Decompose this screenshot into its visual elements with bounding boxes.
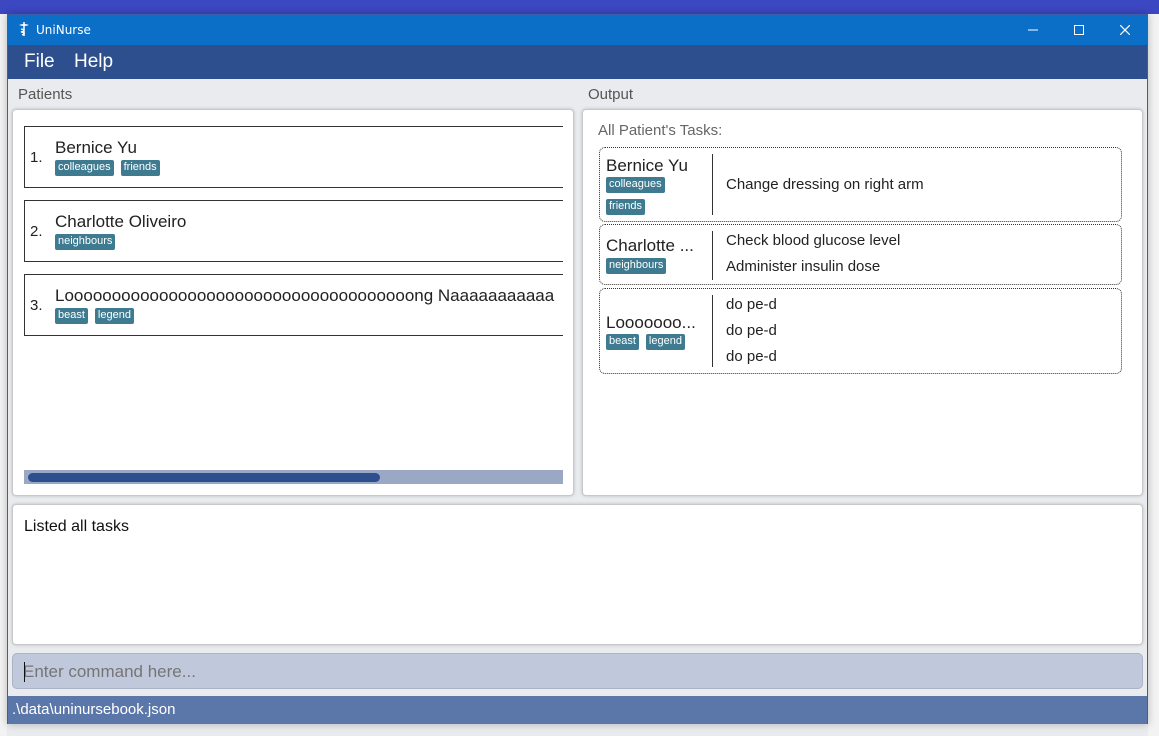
- task-divider: [712, 295, 713, 367]
- caduceus-icon: [19, 22, 29, 36]
- tag-badge: legend: [645, 334, 685, 350]
- task-patient-name: Charlotte ...: [606, 236, 694, 255]
- patient-index: 1.: [30, 149, 43, 166]
- task-card[interactable]: Bernice Yu colleagues friends Change dre…: [599, 147, 1122, 222]
- output-panel: All Patient's Tasks: Bernice Yu colleagu…: [582, 109, 1143, 496]
- task-item: Change dressing on right arm: [726, 176, 924, 193]
- patient-card[interactable]: 3. Loooooooooooooooooooooooooooooooooooo…: [24, 274, 563, 336]
- maximize-icon: [1074, 25, 1084, 35]
- close-button[interactable]: [1102, 15, 1148, 45]
- patient-name: Charlotte Oliveiro: [55, 212, 187, 231]
- task-item: Check blood glucose level: [726, 232, 901, 249]
- window-title: UniNurse: [36, 23, 91, 37]
- horizontal-scrollbar[interactable]: [24, 470, 563, 484]
- task-divider: [712, 154, 713, 215]
- task-item: Administer insulin dose: [726, 258, 881, 275]
- tag-badge: beast: [55, 308, 88, 324]
- patient-list-panel[interactable]: 1. Bernice Yu colleagues friends 2. Char…: [12, 109, 574, 496]
- menu-file[interactable]: File: [24, 51, 55, 73]
- data-file-path: .\data\uninursebook.json: [12, 701, 176, 718]
- task-patient-name: Looooooo...: [606, 313, 696, 332]
- patients-section-label: Patients: [18, 86, 73, 103]
- tag-badge: legend: [94, 308, 134, 324]
- tag-badge: colleagues: [606, 177, 665, 193]
- scrollbar-thumb[interactable]: [28, 473, 380, 482]
- tag-badge: friends: [606, 199, 646, 215]
- command-box[interactable]: [12, 653, 1143, 689]
- tag-badge: neighbours: [606, 258, 667, 274]
- tag-badge: beast: [606, 334, 639, 350]
- result-display: Listed all tasks: [12, 504, 1143, 645]
- status-bar: .\data\uninursebook.json: [8, 696, 1147, 724]
- result-message: Listed all tasks: [24, 518, 129, 535]
- desktop-background: [0, 0, 1159, 14]
- text-caret: [24, 662, 25, 682]
- close-icon: [1120, 25, 1130, 35]
- menu-help[interactable]: Help: [74, 51, 113, 73]
- task-patient-name: Bernice Yu: [606, 156, 688, 175]
- title-bar: UniNurse: [8, 15, 1147, 45]
- output-section-label: Output: [588, 86, 634, 103]
- minimize-icon: [1028, 29, 1038, 31]
- maximize-button[interactable]: [1056, 15, 1102, 45]
- desktop-right-edge: [1148, 14, 1159, 736]
- desktop-left-edge: [0, 14, 7, 736]
- task-item: do pe-d: [726, 322, 777, 339]
- tag-badge: neighbours: [55, 234, 116, 250]
- output-heading: All Patient's Tasks:: [598, 122, 723, 139]
- menu-bar: File Help: [8, 45, 1147, 79]
- task-item: do pe-d: [726, 348, 777, 365]
- task-item: do pe-d: [726, 296, 777, 313]
- app-window: UniNurse File Help Patients Output 1. Be…: [7, 14, 1148, 724]
- task-card[interactable]: Looooooo... beast legend do pe-d do pe-d…: [599, 288, 1122, 374]
- task-divider: [712, 231, 713, 280]
- patient-name: Looooooooooooooooooooooooooooooooooooong…: [55, 286, 555, 305]
- patient-name: Bernice Yu: [55, 138, 137, 157]
- patient-card[interactable]: 1. Bernice Yu colleagues friends: [24, 126, 563, 188]
- patient-index: 2.: [30, 223, 43, 240]
- tag-badge: friends: [120, 160, 160, 176]
- patient-card[interactable]: 2. Charlotte Oliveiro neighbours: [24, 200, 563, 262]
- minimize-button[interactable]: [1010, 15, 1056, 45]
- command-input[interactable]: [23, 660, 1123, 684]
- task-card[interactable]: Charlotte ... neighbours Check blood glu…: [599, 224, 1122, 285]
- tag-badge: colleagues: [55, 160, 114, 176]
- patient-index: 3.: [30, 297, 43, 314]
